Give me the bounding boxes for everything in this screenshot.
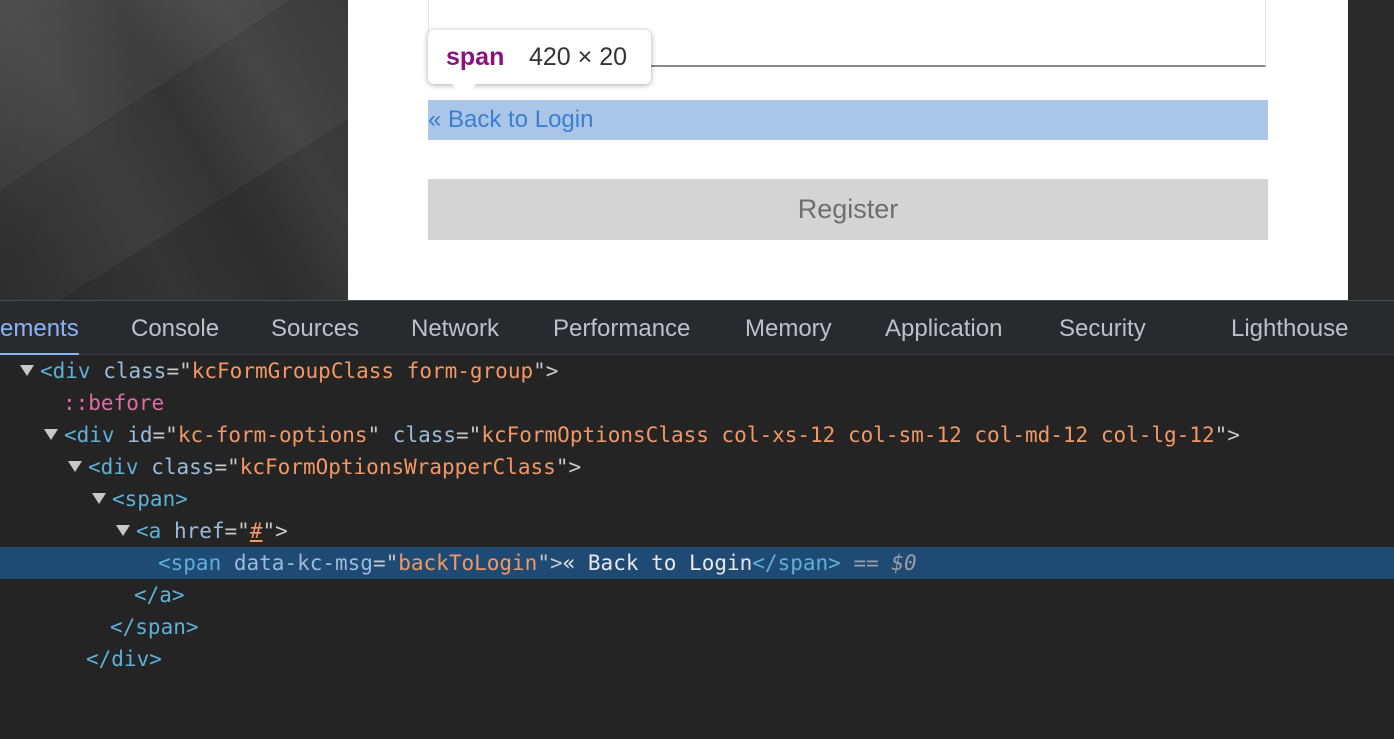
tag-close: </div> [86, 647, 162, 671]
attr-name: class [392, 423, 457, 447]
expand-triangle-icon[interactable] [92, 493, 106, 504]
pseudo-element: ::before [63, 391, 165, 415]
attr-name: class [151, 455, 215, 479]
attr-value: kcFormOptionsClass col-xs-12 col-sm-12 c… [481, 423, 1215, 447]
tree-row[interactable]: <div class="kcFormGroupClass form-group"… [0, 355, 1394, 387]
expand-triangle-icon[interactable] [44, 429, 58, 440]
tag-close: </span> [752, 551, 841, 575]
tag-close: "> [533, 359, 559, 383]
back-to-login-link[interactable]: « Back to Login [428, 106, 593, 134]
console-reference: $0 [891, 551, 917, 575]
tag-open: <div [64, 423, 115, 447]
attr-value: kcFormGroupClass form-group [191, 359, 534, 383]
expand-triangle-icon[interactable] [116, 525, 130, 536]
tab-performance[interactable]: Performance [553, 301, 690, 355]
background-right [1348, 0, 1394, 300]
tag-close: "> [262, 519, 288, 543]
tree-row[interactable]: <span> [0, 483, 1394, 515]
tag-open: <a [136, 519, 162, 543]
tooltip-dimensions: 420 × 20 [529, 43, 628, 71]
attr-name: href [173, 519, 225, 543]
attr-value-link[interactable]: # [250, 519, 263, 543]
tag-close: "> [1214, 423, 1240, 447]
background-facet [60, 120, 348, 300]
tag-open: <span> [112, 487, 188, 511]
page-viewport: « Back to Login Register [0, 0, 1394, 300]
attr-name: id [127, 423, 153, 447]
register-button[interactable]: Register [428, 179, 1268, 240]
tree-row[interactable]: <div id="kc-form-options" class="kcFormO… [0, 419, 1394, 451]
tree-row[interactable]: </div> [0, 643, 1394, 675]
tag-open: <div [40, 359, 91, 383]
background-pattern [0, 0, 348, 300]
tree-row[interactable]: ::before [0, 387, 1394, 419]
attr-value: kcFormOptionsWrapperClass [239, 455, 556, 479]
tree-row[interactable]: </span> [0, 611, 1394, 643]
tree-row[interactable]: <div class="kcFormOptionsWrapperClass"> [0, 451, 1394, 483]
expand-triangle-icon[interactable] [68, 461, 82, 472]
back-to-login-highlight: « Back to Login [428, 100, 1268, 140]
tag-open: <div [88, 455, 139, 479]
tab-network[interactable]: Network [411, 301, 499, 355]
attr-name: data-kc-msg [233, 551, 373, 575]
tag-close: </span> [110, 615, 199, 639]
tag-close: </a> [134, 583, 185, 607]
tab-console[interactable]: Console [131, 301, 219, 355]
text-node: « Back to Login [562, 551, 753, 575]
tab-memory[interactable]: Memory [745, 301, 832, 355]
devtools-tab-bar: ements Console Sources Network Performan… [0, 300, 1394, 356]
console-reference-eq: == [840, 551, 892, 575]
tag-open: <span [158, 551, 222, 575]
attr-eq: =" [166, 359, 192, 383]
attr-name: class [103, 359, 167, 383]
attr-value: backToLogin [398, 551, 538, 575]
tree-row[interactable]: </a> [0, 579, 1394, 611]
tab-elements[interactable]: ements [0, 301, 79, 356]
tab-security[interactable]: Security [1059, 301, 1146, 355]
tab-lighthouse[interactable]: Lighthouse [1231, 301, 1348, 355]
tree-row[interactable]: <a href="#"> [0, 515, 1394, 547]
tab-sources[interactable]: Sources [271, 301, 359, 355]
tab-application[interactable]: Application [885, 301, 1002, 355]
elements-tree: <div class="kcFormGroupClass form-group"… [0, 355, 1394, 671]
inspect-tooltip: span 420 × 20 [428, 30, 651, 98]
tree-row-selected[interactable]: <span data-kc-msg="backToLogin">« Back t… [0, 547, 1394, 579]
attr-value: kc-form-options [177, 423, 368, 447]
tooltip-tag-name: span [446, 43, 505, 71]
expand-triangle-icon[interactable] [20, 365, 34, 376]
tag-close: "> [555, 455, 582, 479]
